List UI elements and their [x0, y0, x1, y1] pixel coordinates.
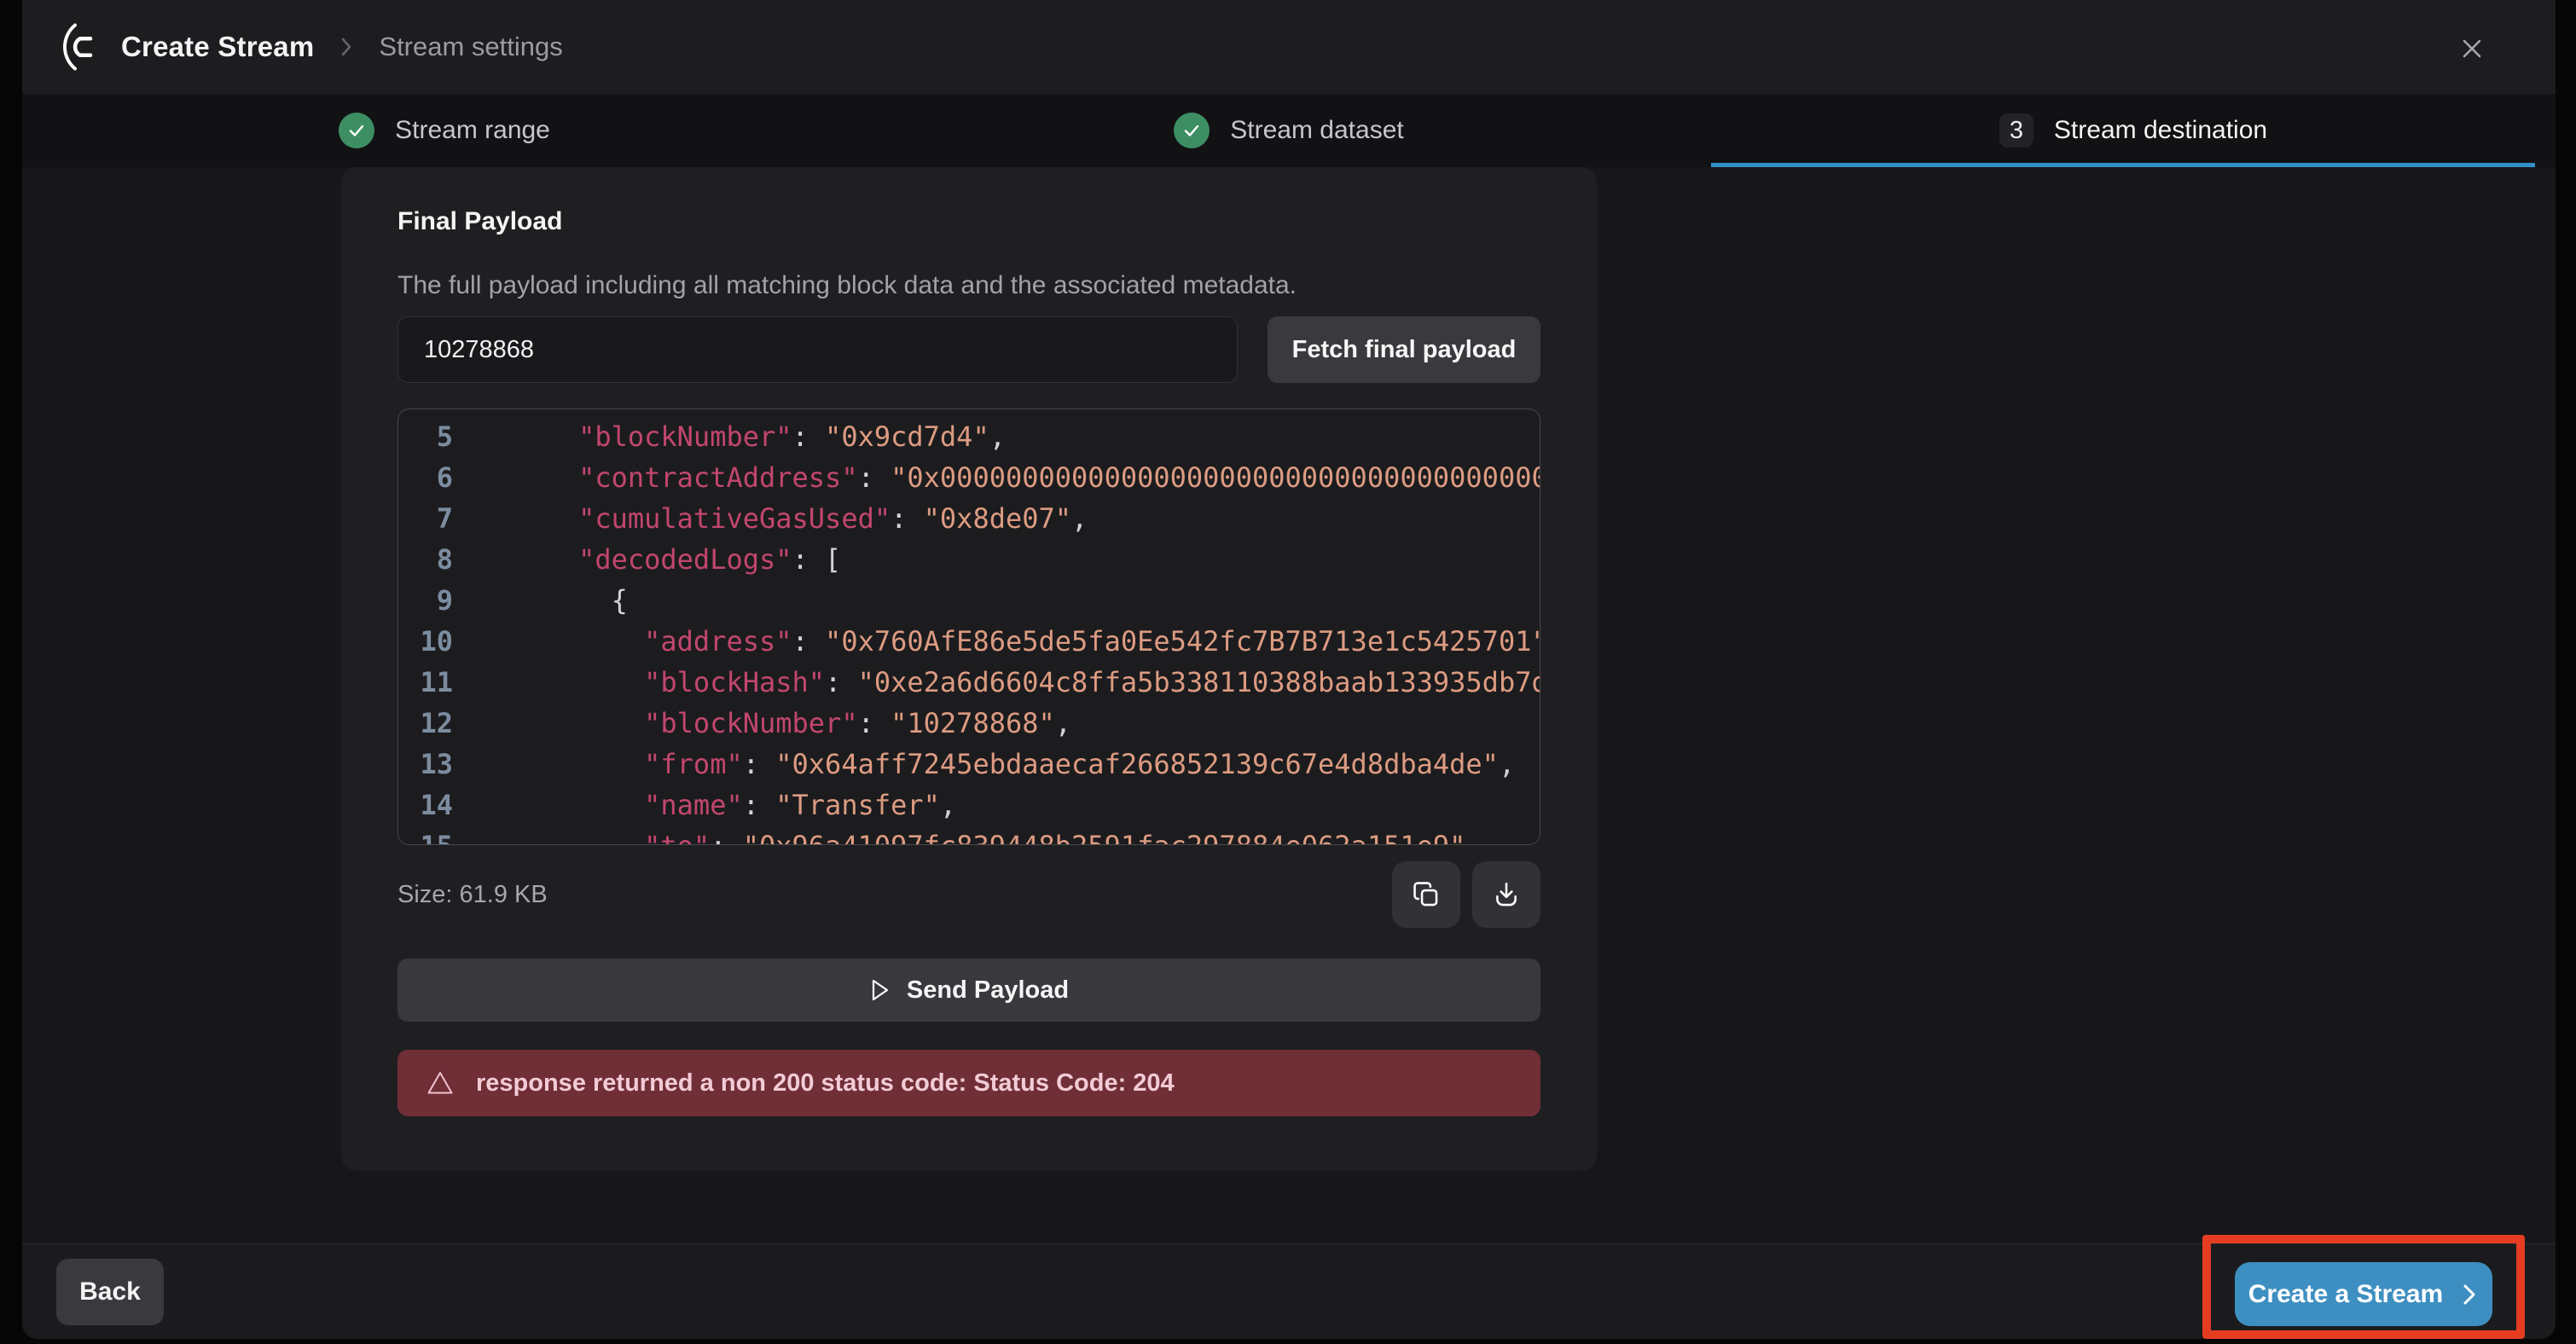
step-content-area: Final Payload The full payload including…: [22, 167, 2556, 1243]
code-line: 9 {: [398, 580, 1540, 621]
code-text: {: [513, 580, 628, 621]
breadcrumb: Stream settings: [379, 32, 562, 62]
section-title: Final Payload: [397, 206, 1540, 237]
copy-payload-button[interactable]: [1392, 861, 1460, 928]
code-text: "decodedLogs": [: [513, 539, 841, 580]
code-text: "blockHash": "0xe2a6d6604c8ffa5b33811038…: [513, 662, 1540, 703]
error-banner: response returned a non 200 status code:…: [397, 1050, 1540, 1116]
code-text: "contractAddress": "0x000000000000000000…: [513, 457, 1540, 498]
page-title: Create Stream: [121, 31, 314, 63]
create-stream-modal-screen: Create Stream Stream settings Stream ran…: [0, 0, 2576, 1344]
check-icon: [339, 113, 374, 148]
line-number: 14: [398, 785, 453, 826]
payload-fetch-row: Fetch final payload: [397, 316, 1540, 383]
download-payload-button[interactable]: [1472, 861, 1540, 928]
step-label: Stream destination: [2054, 116, 2267, 145]
back-button[interactable]: Back: [56, 1259, 164, 1325]
section-description: The full payload including all matching …: [397, 269, 1540, 302]
step-label: Stream range: [395, 116, 550, 145]
code-line: 10 "address": "0x760AfE86e5de5fa0Ee542fc…: [398, 621, 1540, 662]
line-number: 12: [398, 703, 453, 744]
send-payload-button[interactable]: Send Payload: [397, 959, 1540, 1022]
step-bar: Stream range Stream dataset 3 Stream des…: [22, 94, 2556, 167]
line-number: 7: [398, 498, 453, 539]
code-text: "blockNumber": "0x9cd7d4",: [513, 416, 1006, 457]
copy-icon: [1412, 880, 1441, 909]
line-number: 15: [398, 826, 453, 845]
line-number: 10: [398, 621, 453, 662]
warning-triangle-icon: [426, 1070, 454, 1096]
code-text: "to": "0x96a41097fc839448b2591fac297884e…: [513, 826, 1482, 845]
line-number: 6: [398, 457, 453, 498]
fetch-final-payload-button[interactable]: Fetch final payload: [1268, 316, 1540, 383]
modal-footer: Back: [22, 1243, 2556, 1339]
send-payload-label: Send Payload: [907, 976, 1069, 1005]
block-number-input[interactable]: [397, 316, 1238, 383]
code-line: 8 "decodedLogs": [: [398, 539, 1540, 580]
code-text: "name": "Transfer",: [513, 785, 956, 826]
code-line: 12 "blockNumber": "10278868",: [398, 703, 1540, 744]
create-stream-modal: Create Stream Stream settings Stream ran…: [22, 0, 2556, 1339]
step-number-badge: 3: [1999, 113, 2034, 148]
tab-stream-range[interactable]: Stream range: [22, 94, 867, 167]
code-text: "address": "0x760AfE86e5de5fa0Ee542fc7B7…: [513, 621, 1540, 662]
line-number: 9: [398, 580, 453, 621]
streams-logo-icon: [58, 21, 97, 72]
final-payload-card: Final Payload The full payload including…: [341, 167, 1597, 1171]
code-text: "from": "0x64aff7245ebdaaecaf266852139c6…: [513, 744, 1515, 785]
create-stream-label: Create a Stream: [2248, 1280, 2443, 1309]
modal-header: Create Stream Stream settings: [22, 0, 2556, 94]
play-icon: [869, 977, 891, 1003]
code-line: 13 "from": "0x64aff7245ebdaaecaf26685213…: [398, 744, 1540, 785]
create-stream-button[interactable]: Create a Stream: [2235, 1262, 2492, 1326]
code-text: "blockNumber": "10278868",: [513, 703, 1071, 744]
error-message: response returned a non 200 status code:…: [476, 1069, 1175, 1098]
code-line: 11 "blockHash": "0xe2a6d6604c8ffa5b33811…: [398, 662, 1540, 703]
annotation-highlight-box: Create a Stream: [2202, 1235, 2525, 1339]
code-line: 6 "contractAddress": "0x0000000000000000…: [398, 457, 1540, 498]
close-icon: [2459, 36, 2485, 61]
step-label: Stream dataset: [1230, 116, 1403, 145]
chevron-right-icon: [2460, 1283, 2479, 1306]
payload-code-viewer[interactable]: 5 "blockNumber": "0x9cd7d4",6 "contractA…: [397, 408, 1540, 845]
line-number: 11: [398, 662, 453, 703]
download-icon: [1492, 880, 1521, 909]
check-icon: [1174, 113, 1210, 148]
payload-size-label: Size: 61.9 KB: [397, 881, 548, 909]
code-line: 7 "cumulativeGasUsed": "0x8de07",: [398, 498, 1540, 539]
breadcrumb-chevron-icon: [338, 34, 355, 60]
close-button[interactable]: [2453, 30, 2491, 67]
line-number: 5: [398, 416, 453, 457]
code-line: 5 "blockNumber": "0x9cd7d4",: [398, 416, 1540, 457]
line-number: 8: [398, 539, 453, 580]
code-text: "cumulativeGasUsed": "0x8de07",: [513, 498, 1088, 539]
code-line: 14 "name": "Transfer",: [398, 785, 1540, 826]
line-number: 13: [398, 744, 453, 785]
payload-meta-row: Size: 61.9 KB: [397, 861, 1540, 928]
code-line: 15 "to": "0x96a41097fc839448b2591fac2978…: [398, 826, 1540, 845]
tab-stream-destination[interactable]: 3 Stream destination: [1711, 94, 2556, 167]
tab-stream-dataset[interactable]: Stream dataset: [867, 94, 1711, 167]
